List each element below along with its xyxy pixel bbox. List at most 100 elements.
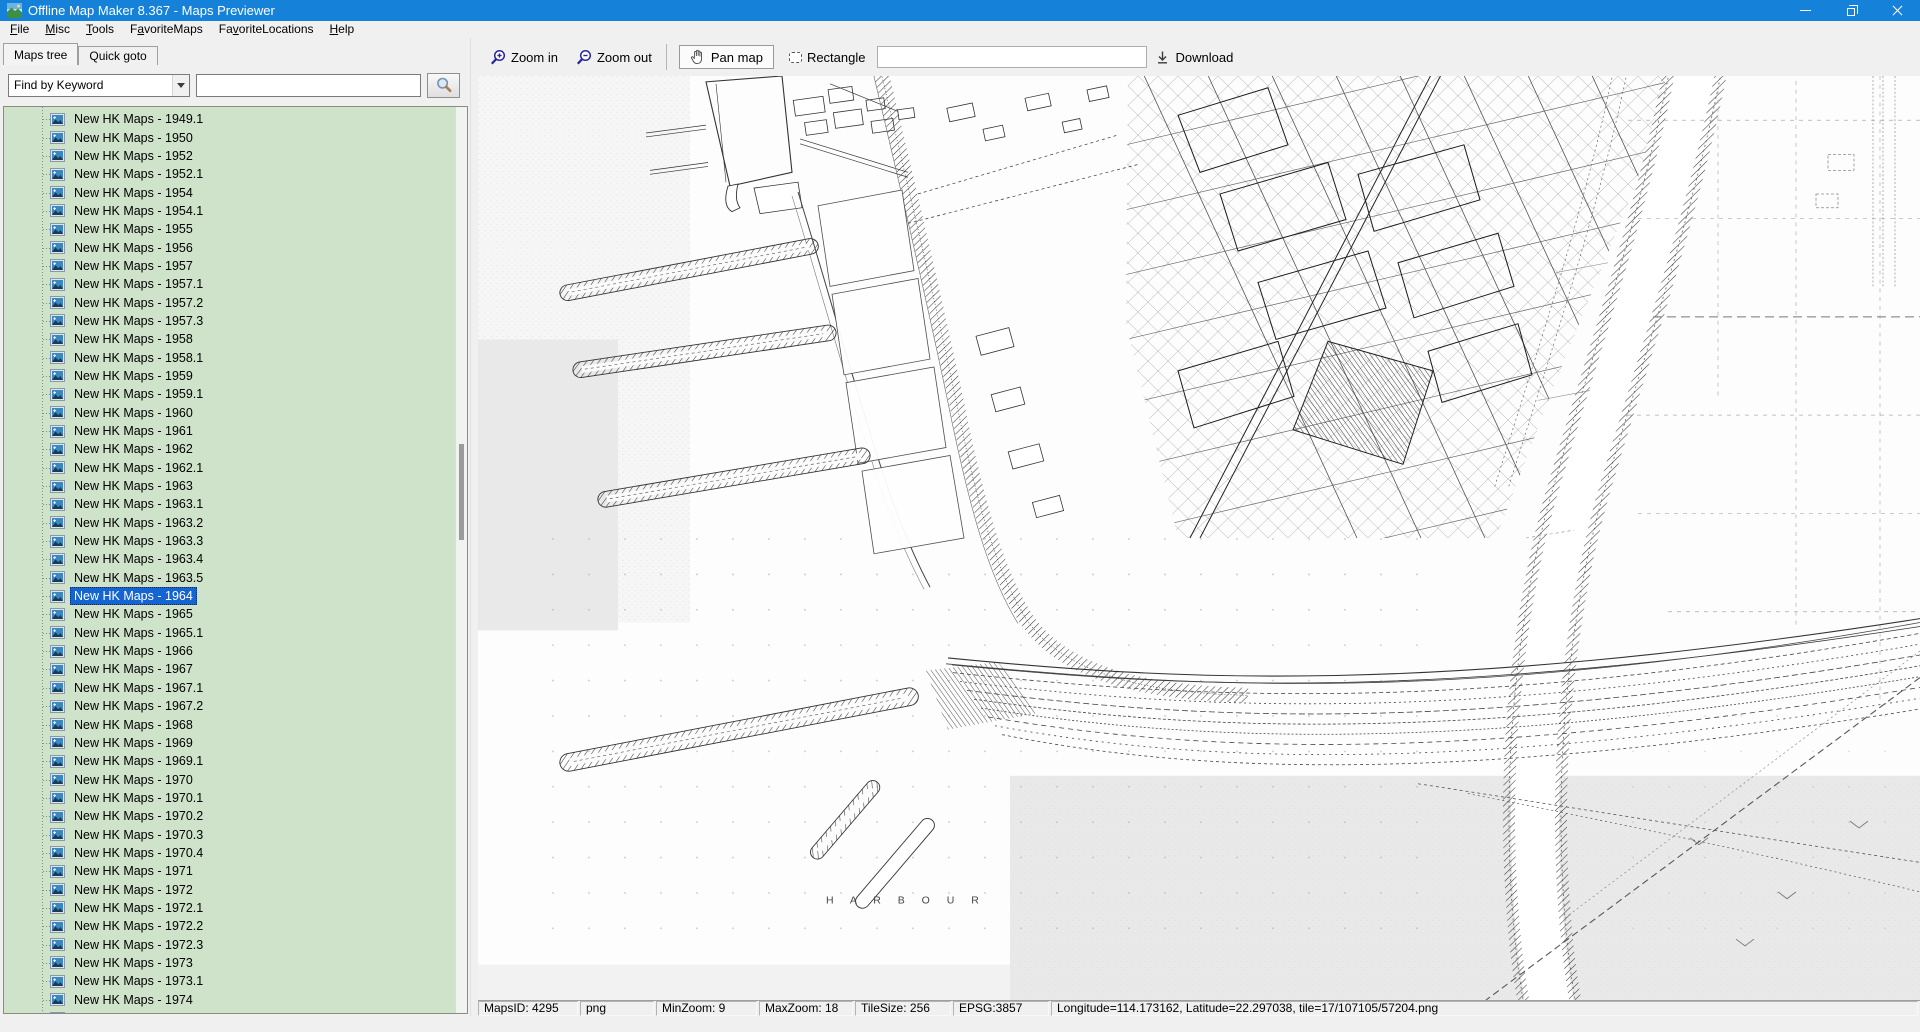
- rectangle-button[interactable]: Rectangle: [789, 50, 866, 65]
- tree-item[interactable]: New HK Maps - 1962: [4, 440, 455, 458]
- tree-item-label: New HK Maps - 1962: [70, 440, 197, 458]
- tree-item[interactable]: New HK Maps - 1967.1: [4, 679, 455, 697]
- panel-splitter[interactable]: [470, 38, 478, 1016]
- tree-item[interactable]: New HK Maps - 1970: [4, 770, 455, 788]
- tree-item[interactable]: New HK Maps - 1962.1: [4, 459, 455, 477]
- map-image-icon: [50, 296, 65, 309]
- map-image-icon: [50, 388, 65, 401]
- tree-item[interactable]: New HK Maps - 1955: [4, 220, 455, 238]
- tree-item[interactable]: New HK Maps - 1972: [4, 880, 455, 898]
- tree-item[interactable]: New HK Maps - 1963.4: [4, 550, 455, 568]
- chevron-down-icon[interactable]: [172, 75, 189, 96]
- tree-item[interactable]: New HK Maps - 1969.1: [4, 752, 455, 770]
- tree-item[interactable]: New HK Maps - 1957.2: [4, 293, 455, 311]
- search-row: Find by Keyword: [0, 65, 470, 105]
- tree-item[interactable]: New HK Maps - 1974: [4, 991, 455, 1009]
- menu-bar: FileMiscToolsFavoriteMapsFavoriteLocatio…: [0, 21, 1920, 38]
- tab-maps-tree[interactable]: Maps tree: [3, 43, 78, 65]
- map-image-icon: [50, 810, 65, 823]
- menu-item-favoritemaps[interactable]: FavoriteMaps: [122, 21, 211, 38]
- status-panel: EPSG:3857: [953, 1001, 1049, 1016]
- download-button[interactable]: Download: [1155, 50, 1233, 65]
- zoom-in-button[interactable]: Zoom in: [490, 49, 558, 66]
- tree-item[interactable]: New HK Maps - 1957: [4, 257, 455, 275]
- tree-item[interactable]: New HK Maps - 1974.1: [4, 1009, 455, 1013]
- tree-item[interactable]: New HK Maps - 1957.3: [4, 312, 455, 330]
- tree-item-label: New HK Maps - 1959: [70, 367, 197, 385]
- tree-item[interactable]: New HK Maps - 1956: [4, 238, 455, 256]
- tree-item[interactable]: New HK Maps - 1966: [4, 642, 455, 660]
- map-image-icon: [50, 571, 65, 584]
- tree-item[interactable]: New HK Maps - 1963.1: [4, 495, 455, 513]
- tree-item[interactable]: New HK Maps - 1965: [4, 605, 455, 623]
- map-image-icon: [50, 608, 65, 621]
- tree-scrollbar-thumb[interactable]: [459, 444, 464, 540]
- tree-item[interactable]: New HK Maps - 1970.3: [4, 825, 455, 843]
- menu-item-favoritelocations[interactable]: FavoriteLocations: [211, 21, 322, 38]
- tree-item[interactable]: New HK Maps - 1949.1: [4, 110, 455, 128]
- tree-item[interactable]: New HK Maps - 1959.1: [4, 385, 455, 403]
- tree-item-label: New HK Maps - 1958.1: [70, 349, 207, 367]
- tree-item[interactable]: New HK Maps - 1972.1: [4, 899, 455, 917]
- coordinates-input[interactable]: [877, 46, 1147, 68]
- tree-item[interactable]: New HK Maps - 1963.5: [4, 569, 455, 587]
- menu-item-file[interactable]: File: [2, 21, 37, 38]
- tree-item[interactable]: New HK Maps - 1970.1: [4, 789, 455, 807]
- tree-item-label: New HK Maps - 1973.1: [70, 972, 207, 990]
- tree-item-label: New HK Maps - 1970.1: [70, 789, 207, 807]
- tree-item[interactable]: New HK Maps - 1967: [4, 660, 455, 678]
- restore-button[interactable]: [1828, 0, 1874, 21]
- tree-item[interactable]: New HK Maps - 1973: [4, 954, 455, 972]
- tree-item[interactable]: New HK Maps - 1952.1: [4, 165, 455, 183]
- tree-item-label: New HK Maps - 1972.2: [70, 917, 207, 935]
- tree-item[interactable]: New HK Maps - 1965.1: [4, 624, 455, 642]
- search-button[interactable]: [427, 73, 460, 98]
- tree-item[interactable]: New HK Maps - 1972.3: [4, 935, 455, 953]
- tree-item[interactable]: New HK Maps - 1963: [4, 477, 455, 495]
- search-filter-select[interactable]: Find by Keyword: [8, 74, 190, 97]
- tree-item[interactable]: New HK Maps - 1952: [4, 147, 455, 165]
- tree-item[interactable]: New HK Maps - 1958.1: [4, 348, 455, 366]
- close-button[interactable]: [1874, 0, 1920, 21]
- tree-item[interactable]: New HK Maps - 1950: [4, 128, 455, 146]
- tree-item-label: New HK Maps - 1961: [70, 422, 197, 440]
- map-image-icon: [50, 755, 65, 768]
- map-preview[interactable]: H A R B O U R: [478, 76, 1920, 1000]
- map-pane: Zoom in Zoom out Pan map Rectangle: [478, 38, 1920, 1016]
- tree-item[interactable]: New HK Maps - 1970.2: [4, 807, 455, 825]
- tree-item-label: New HK Maps - 1957.3: [70, 312, 207, 330]
- tree-item[interactable]: New HK Maps - 1961: [4, 422, 455, 440]
- tab-quick-goto[interactable]: Quick goto: [78, 46, 157, 65]
- zoom-out-button[interactable]: Zoom out: [576, 49, 652, 66]
- tree-item[interactable]: New HK Maps - 1963.3: [4, 532, 455, 550]
- tree-item[interactable]: New HK Maps - 1954.1: [4, 202, 455, 220]
- tree-item[interactable]: New HK Maps - 1957.1: [4, 275, 455, 293]
- maps-tree-panel: New HK Maps - 1949.1New HK Maps - 1950Ne…: [3, 106, 468, 1014]
- tree-item[interactable]: New HK Maps - 1973.1: [4, 972, 455, 990]
- pan-map-button[interactable]: Pan map: [679, 45, 774, 69]
- tree-item[interactable]: New HK Maps - 1969: [4, 734, 455, 752]
- minimize-button[interactable]: [1782, 0, 1828, 21]
- tree-item[interactable]: New HK Maps - 1964: [4, 587, 455, 605]
- zoom-out-icon: [576, 49, 592, 66]
- tree-item[interactable]: New HK Maps - 1967.2: [4, 697, 455, 715]
- tree-item[interactable]: New HK Maps - 1959: [4, 367, 455, 385]
- tree-item-label: New HK Maps - 1959.1: [70, 385, 207, 403]
- tree-item[interactable]: New HK Maps - 1971: [4, 862, 455, 880]
- tree-item[interactable]: New HK Maps - 1963.2: [4, 514, 455, 532]
- tree-scrollbar[interactable]: [455, 107, 467, 1013]
- tree-item[interactable]: New HK Maps - 1954: [4, 183, 455, 201]
- tree-item[interactable]: New HK Maps - 1960: [4, 404, 455, 422]
- map-image-icon: [50, 736, 65, 749]
- menu-item-help[interactable]: Help: [322, 21, 363, 38]
- tree-item[interactable]: New HK Maps - 1968: [4, 715, 455, 733]
- map-viewport[interactable]: H A R B O U R: [478, 76, 1920, 1000]
- tree-item[interactable]: New HK Maps - 1972.2: [4, 917, 455, 935]
- search-input[interactable]: [196, 74, 421, 97]
- maps-tree[interactable]: New HK Maps - 1949.1New HK Maps - 1950Ne…: [4, 107, 455, 1013]
- tree-item[interactable]: New HK Maps - 1970.4: [4, 844, 455, 862]
- tree-item[interactable]: New HK Maps - 1958: [4, 330, 455, 348]
- menu-item-tools[interactable]: Tools: [78, 21, 122, 38]
- menu-item-misc[interactable]: Misc: [37, 21, 78, 38]
- restore-icon: [1847, 8, 1855, 16]
